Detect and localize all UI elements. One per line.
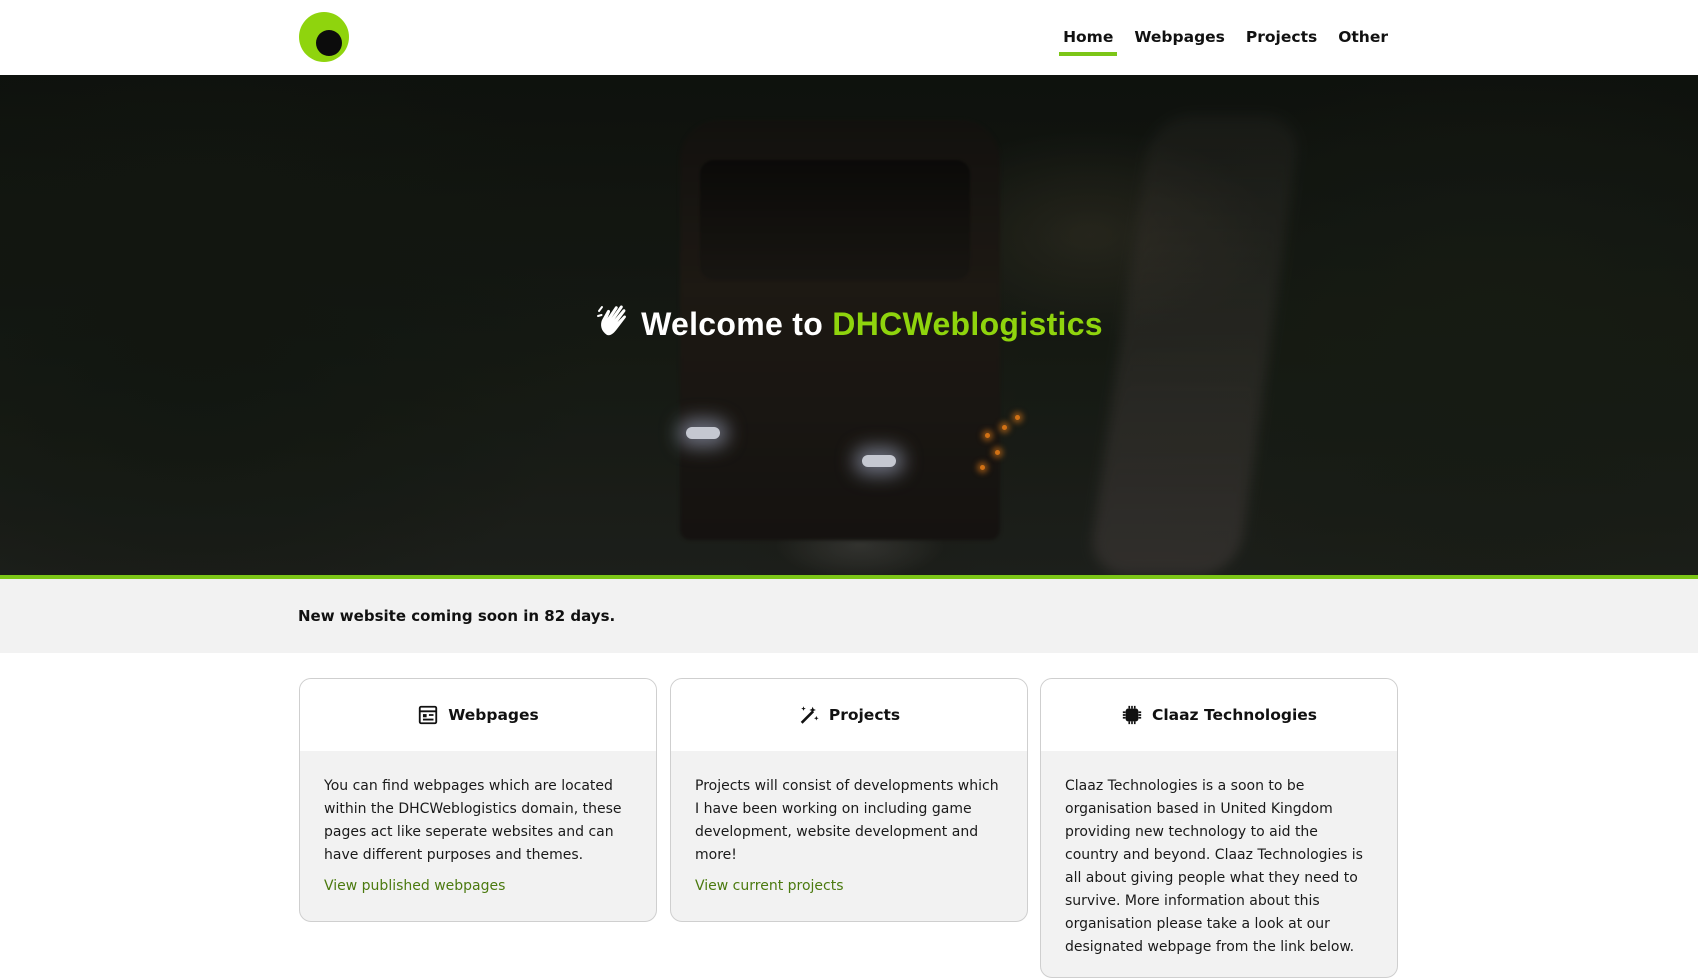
card-title: Claaz Technologies — [1151, 706, 1318, 724]
nav-home[interactable]: Home — [1059, 26, 1118, 56]
notice-band: New website coming soon in 82 days. — [0, 579, 1698, 653]
card-description: Claaz Technologies is a soon to be organ… — [1065, 778, 1363, 955]
nav-projects[interactable]: Projects — [1242, 26, 1321, 56]
hero-title: Welcome to DHCWeblogistics — [0, 301, 1698, 343]
card-title: Webpages — [448, 706, 539, 724]
card-body: Projects will consist of developments wh… — [671, 751, 1027, 918]
hero-title-prefix: Welcome to — [641, 306, 833, 342]
card-header: Projects — [671, 679, 1027, 751]
nav-webpages[interactable]: Webpages — [1130, 26, 1229, 56]
card-description: You can find webpages which are located … — [324, 778, 622, 863]
hero-banner: Welcome to DHCWeblogistics — [0, 75, 1698, 575]
magic-wand-icon — [800, 706, 819, 724]
card-description: Projects will consist of developments wh… — [695, 778, 999, 863]
countdown-notice: New website coming soon in 82 days. — [298, 607, 616, 625]
card-claaz-technologies: Claaz Technologies Claaz Technologies is… — [1040, 678, 1398, 978]
card-projects: Projects Projects will consist of develo… — [670, 678, 1028, 922]
hero-title-brand: DHCWeblogistics — [832, 306, 1103, 342]
main-nav: Home Webpages Projects Other — [1046, 26, 1392, 56]
site-header: Home Webpages Projects Other — [0, 0, 1698, 75]
card-body: You can find webpages which are located … — [300, 751, 656, 918]
card-header: Claaz Technologies — [1041, 679, 1397, 751]
nav-other[interactable]: Other — [1334, 26, 1392, 56]
site-logo[interactable] — [299, 12, 349, 62]
card-title: Projects — [828, 706, 901, 724]
view-projects-link[interactable]: View current projects — [695, 875, 844, 898]
card-webpages: Webpages You can find webpages which are… — [299, 678, 657, 922]
chip-icon — [1122, 705, 1142, 725]
card-header: Webpages — [300, 679, 656, 751]
waving-hand-icon — [597, 305, 627, 336]
card-body: Claaz Technologies is a soon to be organ… — [1041, 751, 1397, 977]
newspaper-icon — [419, 705, 438, 725]
view-webpages-link[interactable]: View published webpages — [324, 875, 505, 898]
